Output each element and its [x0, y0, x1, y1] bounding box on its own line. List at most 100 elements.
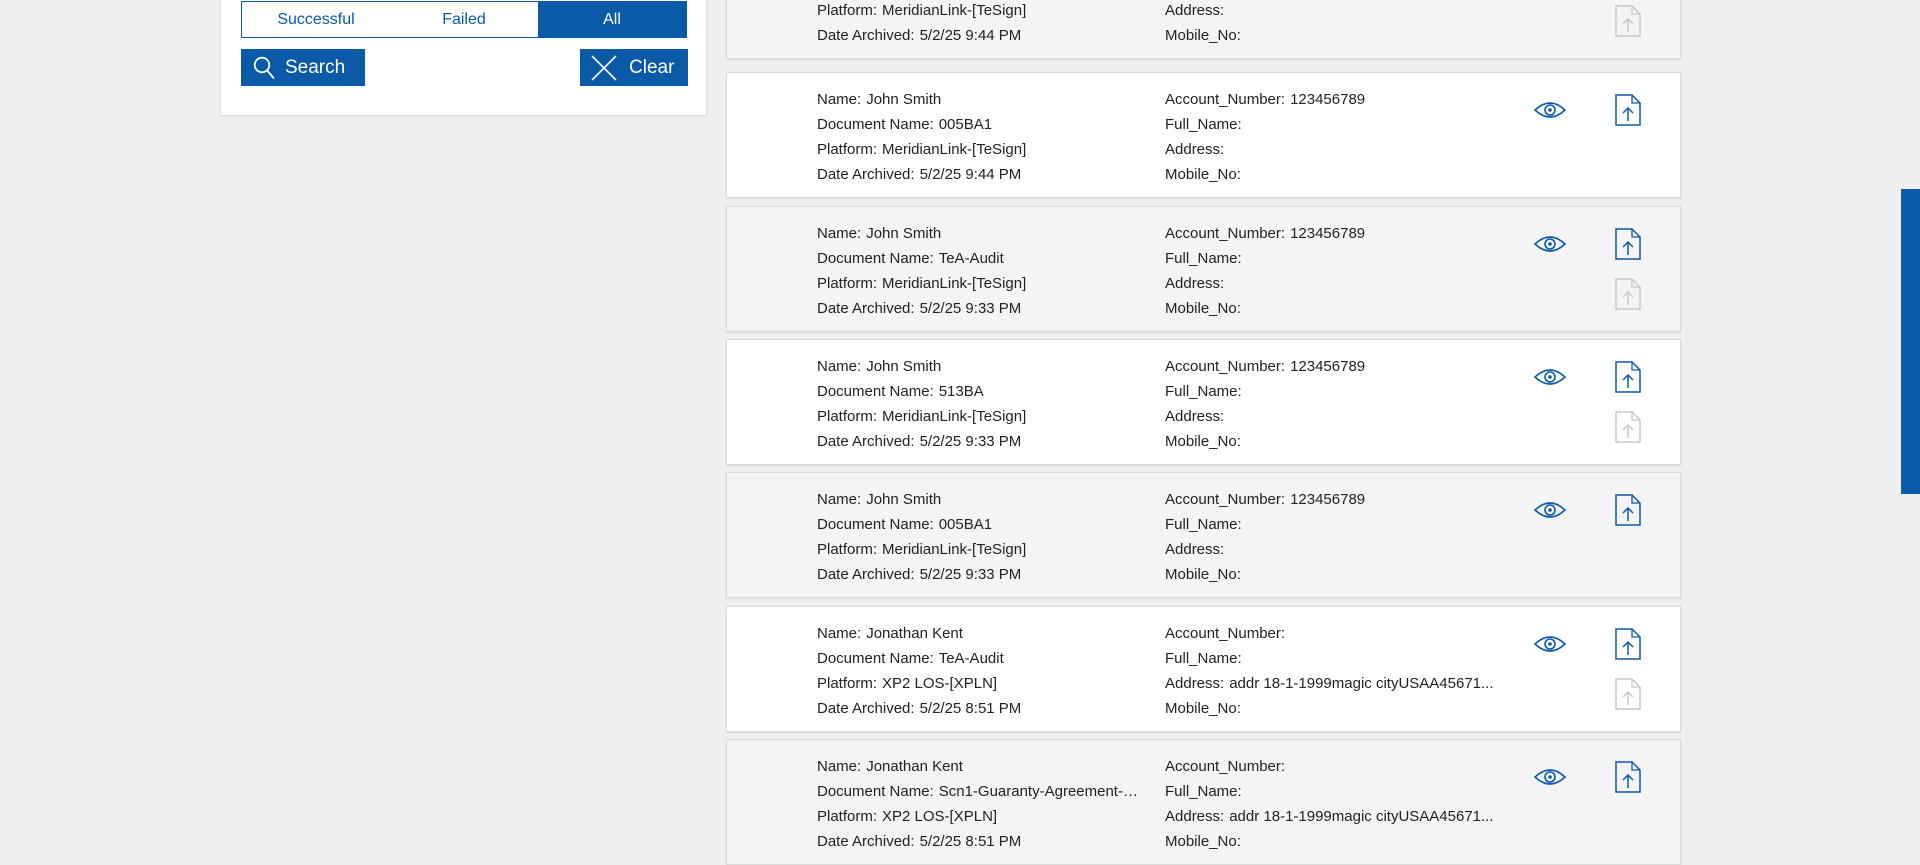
name-label: Name: — [817, 225, 862, 242]
name-value: Jonathan Kent — [866, 758, 963, 775]
view-document-button[interactable] — [1533, 766, 1567, 793]
mobile-label: Mobile_No: — [1165, 166, 1241, 183]
address-line: Address: — [1165, 0, 1495, 23]
mobile-line: Mobile_No: — [1165, 696, 1495, 721]
full-name-label: Full_Name: — [1165, 783, 1242, 800]
view-document-button[interactable] — [1533, 233, 1567, 260]
account-line: Account_Number: 123456789 — [1165, 354, 1495, 379]
eye-icon — [1533, 636, 1567, 659]
address-line: Address: addr 18-1-1999magic cityUSAA4567… — [1165, 804, 1495, 829]
date-value: 5/2/25 9:44 PM — [919, 166, 1022, 183]
platform-label: Platform: — [817, 141, 878, 158]
date-value: 5/2/25 9:33 PM — [919, 300, 1022, 317]
date-value: 5/2/25 8:51 PM — [919, 700, 1022, 717]
mobile-line: Mobile_No: — [1165, 429, 1495, 454]
account-line: Account_Number: 123456789 — [1165, 487, 1495, 512]
eye-icon — [1533, 102, 1567, 125]
document-label: Document Name: — [817, 383, 934, 400]
tab-all[interactable]: All — [538, 2, 686, 37]
platform-line: Platform: XP2 LOS-[XPLN] — [817, 804, 1142, 829]
address-value: addr 18-1-1999magic cityUSAA45671... — [1229, 675, 1494, 692]
document-value: TeA-Audit — [938, 650, 1004, 667]
tab-successful[interactable]: Successful — [242, 2, 390, 37]
eye-icon — [1533, 769, 1567, 792]
record-fields: Account_Number: Full_Name: Address: addr 18… — [1165, 754, 1495, 854]
upload-document-button[interactable] — [1615, 94, 1641, 131]
address-line: Address: — [1165, 137, 1495, 162]
upload-document-button[interactable] — [1615, 361, 1641, 398]
platform-value: XP2 LOS-[XPLN] — [882, 675, 998, 692]
file-upload-icon — [1615, 94, 1641, 130]
name-value: John Smith — [866, 491, 942, 508]
upload-disabled-button — [1615, 5, 1641, 42]
name-line: Name: Jonathan Kent — [817, 754, 1142, 779]
upload-document-button[interactable] — [1615, 761, 1641, 798]
platform-value: MeridianLink-[TeSign] — [882, 541, 1027, 558]
document-label: Document Name: — [817, 116, 934, 133]
address-label: Address: — [1165, 808, 1225, 825]
record-fields: Account_Number: 123456789 Full_Name: Addres… — [1165, 354, 1495, 454]
scrollbar-thumb[interactable] — [1901, 189, 1920, 494]
mobile-line: Mobile_No: — [1165, 562, 1495, 587]
record-card: Name: John Smith Document Name: 005BA1 Platf… — [726, 472, 1681, 598]
upload-disabled-button — [1615, 411, 1641, 448]
upload-document-button[interactable] — [1615, 628, 1641, 665]
tab-failed[interactable]: Failed — [390, 2, 538, 37]
upload-document-button[interactable] — [1615, 228, 1641, 265]
address-label: Address: — [1165, 408, 1225, 425]
name-value: John Smith — [866, 225, 942, 242]
record-card: Name: John Smith Document Name: 005BA1 Platf… — [726, 72, 1681, 198]
search-button[interactable]: Search — [241, 49, 365, 86]
document-line: Document Name: 005BA1 — [817, 512, 1142, 537]
address-line: Address: — [1165, 404, 1495, 429]
upload-disabled-button — [1615, 278, 1641, 315]
file-upload-icon — [1615, 494, 1641, 530]
status-filter: Successful Failed All — [241, 1, 687, 38]
mobile-line: Mobile_No: — [1165, 162, 1495, 187]
account-line: Account_Number: 123456789 — [1165, 221, 1495, 246]
account-line: Account_Number: — [1165, 754, 1495, 779]
platform-line: Platform: MeridianLink-[TeSign] — [817, 137, 1142, 162]
search-icon — [253, 56, 275, 80]
date-line: Date Archived: 5/2/25 9:33 PM — [817, 562, 1142, 587]
view-document-button[interactable] — [1533, 499, 1567, 526]
record-info: Name: John Smith Document Name: TeA-Audit Pl… — [817, 221, 1142, 321]
upload-document-button[interactable] — [1615, 494, 1641, 531]
eye-icon — [1533, 236, 1567, 259]
name-value: John Smith — [866, 358, 942, 375]
view-document-button[interactable] — [1533, 633, 1567, 660]
date-line: Date Archived: 5/2/25 9:44 PM — [817, 23, 1142, 48]
address-value: addr 18-1-1999magic cityUSAA45671... — [1229, 808, 1494, 825]
mobile-line: Mobile_No: — [1165, 296, 1495, 321]
full-name-label: Full_Name: — [1165, 116, 1242, 133]
account-label: Account_Number: — [1165, 491, 1286, 508]
name-label: Name: — [817, 358, 862, 375]
record-info: Platform: MeridianLink-[TeSign] Date Archi… — [817, 0, 1142, 48]
record-card: Name: Jonathan Kent Document Name: Scn1-Gua… — [726, 739, 1681, 865]
address-label: Address: — [1165, 675, 1225, 692]
platform-line: Platform: MeridianLink-[TeSign] — [817, 537, 1142, 562]
clear-button[interactable]: Clear — [580, 49, 688, 86]
file-upload-icon — [1615, 228, 1641, 264]
date-label: Date Archived: — [817, 300, 915, 317]
document-line: Document Name: Scn1-Guaranty-Agreement-R.… — [817, 779, 1142, 804]
record-card: Name: John Smith Document Name: 513BA Platfo… — [726, 339, 1681, 465]
platform-label: Platform: — [817, 408, 878, 425]
name-line: Name: John Smith — [817, 354, 1142, 379]
platform-label: Platform: — [817, 675, 878, 692]
record-info: Name: John Smith Document Name: 005BA1 Platf… — [817, 487, 1142, 587]
date-value: 5/2/25 9:44 PM — [919, 27, 1022, 44]
mobile-label: Mobile_No: — [1165, 833, 1241, 850]
mobile-label: Mobile_No: — [1165, 700, 1241, 717]
name-line: Name: John Smith — [817, 87, 1142, 112]
view-document-button[interactable] — [1533, 366, 1567, 393]
document-line: Document Name: TeA-Audit — [817, 646, 1142, 671]
account-value: 123456789 — [1290, 358, 1366, 375]
file-upload-icon — [1615, 411, 1641, 447]
view-document-button[interactable] — [1533, 99, 1567, 126]
account-label: Account_Number: — [1165, 758, 1286, 775]
name-label: Name: — [817, 491, 862, 508]
document-label: Document Name: — [817, 250, 934, 267]
document-line: Document Name: 005BA1 — [817, 112, 1142, 137]
platform-value: MeridianLink-[TeSign] — [882, 275, 1027, 292]
